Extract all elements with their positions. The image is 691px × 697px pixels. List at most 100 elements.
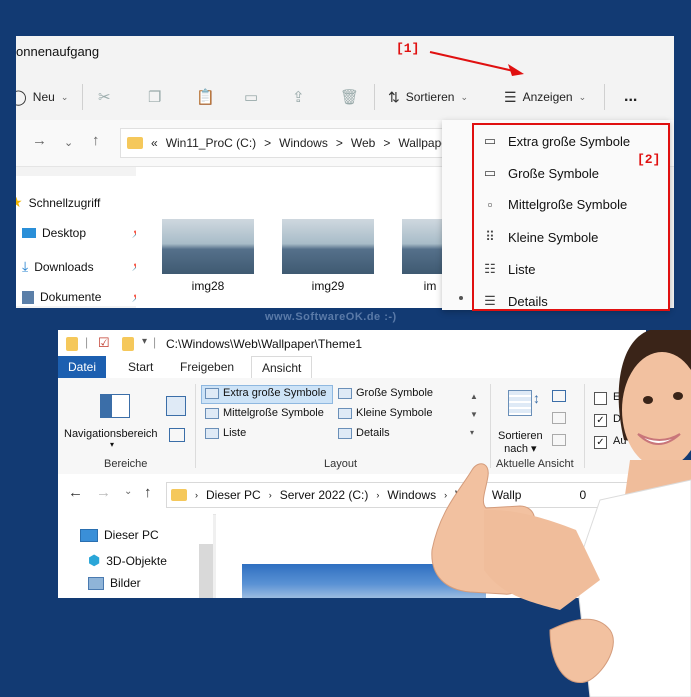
navigation-pane-button[interactable]: Navigationsbereich: [64, 428, 158, 440]
annotation-label-2: [2]: [637, 152, 661, 167]
tab-share[interactable]: Freigeben: [170, 356, 244, 378]
details-icon: [338, 427, 352, 439]
medium-icons-icon: [205, 407, 219, 419]
view-dropdown-menu: ▭ Extra große Symbole ▭ Große Symbole ▫ …: [442, 120, 670, 311]
navigation-pane-icon[interactable]: [100, 394, 130, 418]
tab-file[interactable]: Datei: [58, 356, 107, 378]
menu-item-label: Mittelgroße Symbole: [508, 197, 628, 212]
file-thumbnail[interactable]: [402, 219, 446, 274]
cut-button[interactable]: ✂: [98, 74, 111, 120]
file-thumbnail[interactable]: [162, 219, 254, 274]
rename-button[interactable]: ▭: [244, 74, 258, 120]
paste-icon: 📋: [196, 89, 215, 106]
chevron-down-icon: ⌄: [578, 91, 587, 102]
breadcrumb-this-pc[interactable]: Dieser PC: [206, 488, 261, 502]
qat-separator: |: [153, 335, 157, 349]
tab-view[interactable]: Ansicht: [251, 356, 313, 380]
sidebar-item-pictures[interactable]: Bilder: [88, 576, 141, 590]
file-label[interactable]: img29: [282, 279, 374, 293]
computer-icon: [80, 528, 98, 542]
details-icon: ☰: [484, 293, 496, 308]
layout-option-label: Liste: [223, 427, 247, 439]
recent-chevron-icon[interactable]: ⌄: [124, 486, 132, 497]
menu-item-label: Extra große Symbole: [508, 133, 631, 149]
layout-extra-large-icons[interactable]: Extra große Symbole: [205, 387, 326, 399]
preview-pane-icon[interactable]: [166, 396, 186, 416]
sidebar: Dieser PC ⬢ 3D-Objekte Bilder: [58, 514, 213, 598]
layout-list[interactable]: Liste: [205, 427, 246, 439]
paste-button[interactable]: 📋: [196, 74, 215, 120]
copy-button[interactable]: ❐: [148, 74, 161, 120]
back-arrow-icon[interactable]: ←: [68, 484, 83, 501]
menu-item-small-icons[interactable]: ⠿ Kleine Symbole: [482, 229, 598, 245]
menu-item-label: Kleine Symbole: [508, 229, 599, 245]
sort-label: Sortieren: [405, 90, 455, 104]
sidebar-item-quick-access[interactable]: ★ Schnellzugriff: [16, 194, 128, 211]
share-button[interactable]: ⇪: [292, 74, 305, 120]
menu-item-label: Liste: [508, 261, 536, 277]
watermark: www.SoftwareOK.de :-): [265, 311, 397, 323]
folder-icon: [171, 489, 187, 501]
group-label-panes: Bereiche: [104, 458, 148, 470]
more-button[interactable]: ...: [624, 74, 637, 120]
file-thumbnail[interactable]: [282, 219, 374, 274]
layout-medium-icons[interactable]: Mittelgroße Symbole: [205, 407, 324, 419]
menu-item-extra-large-icons[interactable]: ▭ Extra große Symbole: [482, 133, 630, 149]
breadcrumb-separator-icon: ›: [195, 490, 198, 500]
sidebar-item-3d-objects[interactable]: ⬢ 3D-Objekte: [88, 552, 167, 569]
details-pane-icon[interactable]: [169, 428, 185, 442]
forward-arrow-icon[interactable]: →: [32, 132, 47, 149]
menu-item-details[interactable]: ☰ Details: [482, 293, 548, 309]
trash-icon: 🗑: [340, 89, 360, 106]
file-label[interactable]: img28: [162, 279, 254, 293]
forward-arrow-icon[interactable]: →: [96, 484, 111, 501]
menu-item-large-icons[interactable]: ▭ Große Symbole: [482, 165, 599, 181]
up-arrow-icon[interactable]: ↑: [144, 484, 152, 501]
folder-icon: [66, 337, 78, 351]
recent-chevron-icon[interactable]: ⌄: [64, 136, 73, 149]
qat-dropdown-icon[interactable]: ▾: [142, 336, 147, 347]
view-label: Anzeigen: [522, 90, 573, 104]
new-button[interactable]: ◯ Neu ⌄: [16, 74, 68, 120]
breadcrumb-drive[interactable]: Server 2022 (C:): [280, 488, 369, 502]
breadcrumb-separator: >: [383, 136, 391, 150]
sidebar-item-label: Dieser PC: [104, 528, 159, 542]
toolbar-separator: [604, 84, 605, 110]
window-title: onnenaufgang: [16, 44, 100, 59]
delete-button[interactable]: 🗑: [340, 74, 359, 120]
menu-item-medium-icons[interactable]: ▫ Mittelgroße Symbole: [482, 197, 628, 212]
properties-icon[interactable]: ☑: [98, 335, 110, 351]
address-overflow[interactable]: «: [151, 136, 158, 150]
desktop-icon: [22, 228, 36, 238]
layout-details[interactable]: Details: [338, 427, 390, 439]
breadcrumb-drive[interactable]: Win11_ProC (C:): [166, 136, 256, 150]
menu-item-list[interactable]: ☷ Liste: [482, 261, 535, 277]
view-button[interactable]: ☰ Anzeigen ⌄: [504, 74, 586, 120]
menu-item-label: Details: [508, 293, 548, 309]
list-icon: ☷: [484, 261, 496, 276]
breadcrumb-web[interactable]: Web: [351, 136, 375, 150]
sort-button[interactable]: ⇅ Sortieren ⌄: [388, 74, 468, 120]
sidebar-item-documents[interactable]: Dokumente 📌: [22, 290, 144, 304]
breadcrumb-separator: >: [335, 136, 343, 150]
breadcrumb-windows[interactable]: Windows: [279, 136, 328, 150]
extra-large-icons-icon: [205, 387, 219, 399]
copy-icon: ❐: [148, 89, 162, 106]
sidebar-item-downloads[interactable]: ⤓ Downloads 📌: [22, 258, 144, 275]
selected-bullet-icon: [459, 296, 463, 300]
breadcrumb-separator: >: [264, 136, 272, 150]
pictures-icon: [88, 576, 104, 590]
command-bar: ◯ Neu ⌄ ✂ ❐ 📋 ▭ ⇪ 🗑 ⇅ Sortieren ⌄ ☰ Anze…: [16, 74, 674, 120]
annotation-arrow: [429, 51, 524, 76]
address-bar[interactable]: « Win11_ProC (C:) > Windows > Web > Wall…: [120, 128, 458, 158]
new-folder-icon[interactable]: [122, 337, 134, 351]
up-arrow-icon[interactable]: ↑: [92, 132, 100, 149]
annotation-label-1: [1]: [396, 41, 420, 56]
list-icon: [205, 427, 219, 439]
sidebar-item-label: Dokumente: [40, 290, 102, 304]
tab-start[interactable]: Start: [118, 356, 163, 378]
sidebar-item-desktop[interactable]: Desktop 📌: [22, 226, 144, 240]
sidebar-scrollbar[interactable]: [199, 544, 213, 598]
toolbar-separator: [374, 84, 375, 110]
sidebar-item-this-pc[interactable]: Dieser PC: [80, 528, 159, 542]
